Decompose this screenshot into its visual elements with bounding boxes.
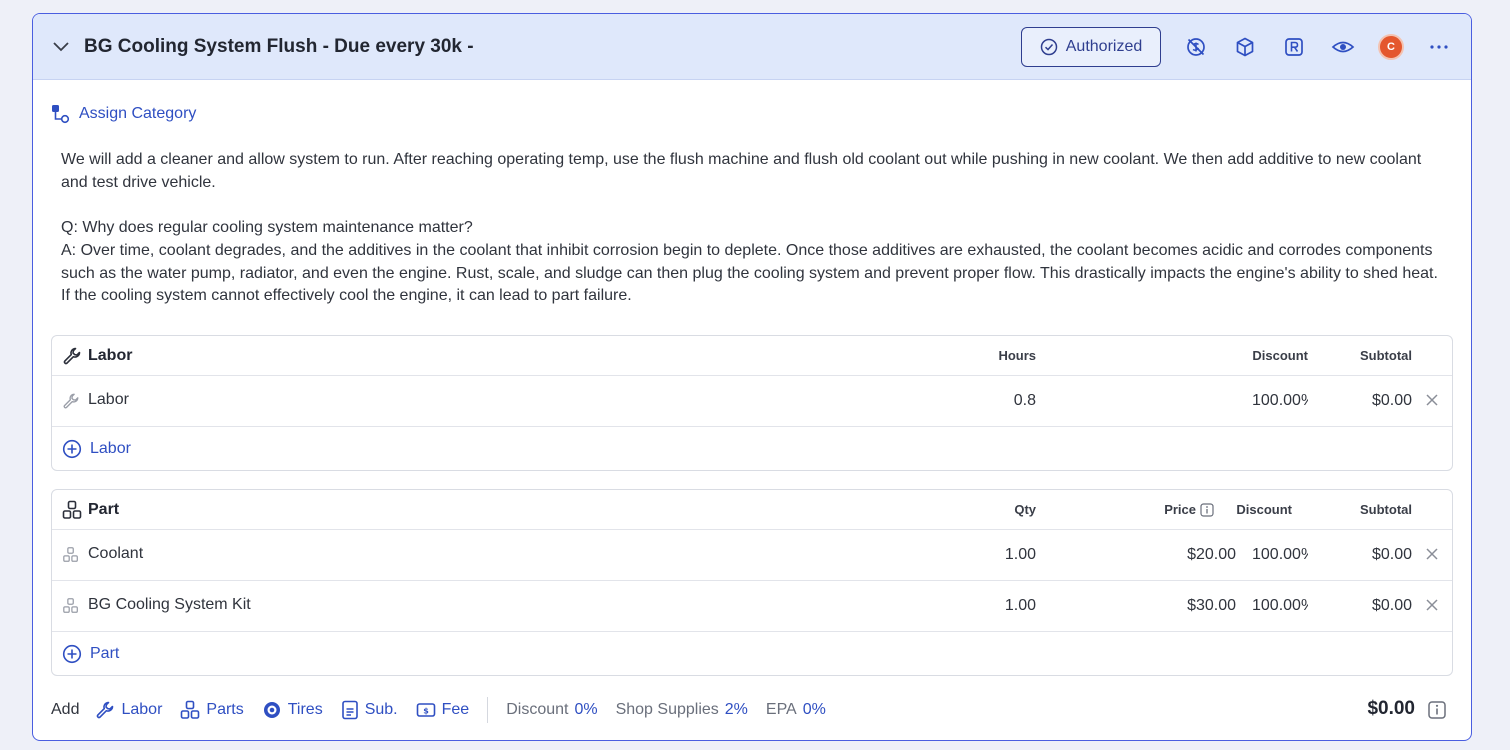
more-options-icon[interactable]	[1425, 33, 1453, 61]
footer-divider	[487, 697, 489, 723]
svg-text:$: $	[423, 707, 429, 716]
plus-circle-icon	[62, 439, 82, 458]
table-row: BG Cooling System Kit 1.00 $30.00 100.00…	[52, 581, 1452, 632]
labor-name: Labor	[88, 391, 129, 408]
add-part-button[interactable]: Part	[62, 644, 119, 664]
parts-icon	[63, 598, 78, 613]
assign-category-label: Assign Category	[79, 105, 197, 122]
service-footer: Add Labor Parts Tires Sub. $ Fee Discoun…	[51, 695, 1453, 725]
table-row: Coolant 1.00 $20.00 100.00% $0.00	[52, 530, 1452, 581]
remove-part-icon[interactable]	[1422, 595, 1442, 615]
footer-sub-label: Sub.	[364, 701, 398, 718]
info-icon[interactable]	[1427, 700, 1447, 720]
part-subtotal: $0.00	[1371, 597, 1412, 614]
service-card: BG Cooling System Flush - Due every 30k …	[32, 13, 1472, 741]
add-labor-button[interactable]: Labor	[62, 439, 131, 459]
labor-title: Labor	[88, 346, 133, 364]
price-column-header: Price	[1164, 502, 1214, 517]
authorized-label: Authorized	[1065, 37, 1143, 55]
avatar[interactable]: C	[1378, 33, 1404, 60]
footer-parts-label: Parts	[206, 701, 244, 718]
part-qty-input[interactable]: 1.00	[1005, 546, 1036, 564]
discount-value[interactable]: 0%	[574, 701, 597, 718]
add-labor-footer-button[interactable]: Labor	[95, 700, 162, 720]
add-part-row: Part	[52, 632, 1452, 675]
labor-section: Labor Hours Discount Subtotal Labor 0.8 …	[51, 335, 1453, 471]
description-paragraph: We will add a cleaner and allow system t…	[61, 151, 1422, 191]
eye-icon[interactable]	[1329, 33, 1357, 61]
table-row: Labor 0.8 100.00% $0.00	[52, 376, 1452, 427]
service-title: BG Cooling System Flush - Due every 30k …	[84, 35, 474, 57]
description-qa: Q: Why does regular cooling system maint…	[61, 219, 1438, 305]
service-header: BG Cooling System Flush - Due every 30k …	[33, 14, 1471, 80]
part-header: Part Qty Price Discount Subtotal	[52, 490, 1452, 530]
part-price-input[interactable]: $30.00	[1187, 597, 1236, 615]
add-tires-footer-button[interactable]: Tires	[262, 700, 323, 720]
add-labor-label: Labor	[90, 439, 131, 457]
footer-labor-label: Labor	[121, 701, 163, 718]
tire-icon	[263, 702, 280, 718]
part-name: BG Cooling System Kit	[88, 596, 251, 613]
plus-circle-icon	[62, 644, 82, 663]
part-title: Part	[88, 500, 120, 518]
add-part-label: Part	[90, 644, 120, 662]
add-label: Add	[51, 701, 80, 718]
part-section: Part Qty Price Discount Subtotal Coolant…	[51, 489, 1453, 676]
labor-header: Labor Hours Discount Subtotal	[52, 336, 1452, 376]
part-name: Coolant	[88, 545, 144, 562]
shop-supplies-summary: Shop Supplies 2%	[616, 701, 748, 719]
subtotal-column-header: Subtotal	[1360, 348, 1412, 363]
part-qty-input[interactable]: 1.00	[1005, 597, 1036, 615]
check-circle-icon	[1040, 38, 1057, 55]
discount-column-header: Discount	[1252, 348, 1308, 363]
labor-hours-input[interactable]: 0.8	[1014, 392, 1036, 410]
info-icon[interactable]	[1200, 502, 1214, 517]
labor-discount-input[interactable]: 100.00%	[1252, 392, 1308, 410]
footer-tires-label: Tires	[287, 701, 323, 718]
authorized-button[interactable]: Authorized	[1021, 26, 1161, 67]
assign-category-link[interactable]: Assign Category	[51, 103, 196, 125]
category-icon	[52, 105, 70, 124]
qty-column-header: Qty	[1014, 502, 1036, 517]
service-description: We will add a cleaner and allow system t…	[61, 149, 1451, 308]
part-discount-input[interactable]: 100.00%	[1252, 546, 1308, 564]
parts-icon	[63, 547, 78, 562]
collapse-chevron-icon[interactable]	[51, 37, 71, 57]
package-icon[interactable]	[1231, 33, 1259, 61]
epa-summary: EPA 0%	[766, 701, 826, 719]
add-parts-footer-button[interactable]: Parts	[180, 700, 244, 720]
add-fee-footer-button[interactable]: $ Fee	[416, 701, 470, 719]
part-price-input[interactable]: $20.00	[1187, 546, 1236, 564]
parts-icon	[62, 500, 82, 519]
remove-labor-icon[interactable]	[1422, 390, 1442, 410]
r-badge-icon[interactable]	[1280, 33, 1308, 61]
add-sublet-footer-button[interactable]: Sub.	[341, 700, 398, 720]
epa-label: EPA	[765, 701, 797, 718]
discount-label: Discount	[506, 701, 569, 718]
wrench-icon	[63, 347, 81, 365]
discount-summary: Discount 0%	[506, 701, 597, 719]
labor-subtotal: $0.00	[1371, 392, 1412, 409]
wrench-icon	[63, 393, 79, 409]
document-icon	[341, 700, 358, 720]
footer-fee-label: Fee	[441, 701, 470, 718]
money-icon: $	[416, 703, 435, 717]
price-column-label: Price	[1164, 502, 1196, 517]
shop-supplies-label: Shop Supplies	[615, 701, 719, 718]
hide-price-icon[interactable]	[1182, 33, 1210, 61]
service-total: $0.00	[1367, 698, 1415, 719]
wrench-icon	[97, 701, 114, 719]
part-subtotal: $0.00	[1371, 546, 1412, 563]
add-labor-row: Labor	[52, 427, 1452, 470]
parts-icon	[181, 700, 200, 719]
discount-column-header: Discount	[1236, 502, 1292, 517]
subtotal-column-header: Subtotal	[1360, 502, 1412, 517]
part-discount-input[interactable]: 100.00%	[1252, 597, 1308, 615]
shop-supplies-value[interactable]: 2%	[725, 701, 748, 718]
remove-part-icon[interactable]	[1422, 544, 1442, 564]
hours-column-header: Hours	[998, 348, 1036, 363]
epa-value[interactable]: 0%	[803, 701, 826, 718]
